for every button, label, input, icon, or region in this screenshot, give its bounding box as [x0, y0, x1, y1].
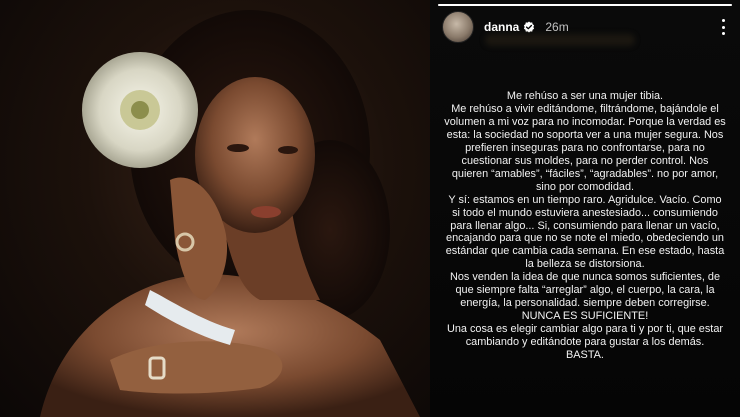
more-options-icon[interactable] [716, 17, 730, 37]
story-progress-bar [438, 4, 732, 6]
paragraph-6: Una cosa es elegir cambiar algo para ti … [446, 323, 724, 349]
paragraph-3: Y sí: estamos en un tiempo raro. Agridul… [445, 193, 725, 271]
story-panel: danna 26m Me rehúso a ser una mujer tibi… [430, 0, 740, 417]
paragraph-4: Nos venden la idea de que nunca somos su… [449, 271, 721, 310]
paragraph-5: NUNCA ES SUFICIENTE! [521, 310, 649, 323]
paragraph-1: Me rehúso a ser una mujer tibia. [506, 90, 664, 102]
story-photo [0, 0, 430, 417]
story-text: Me rehúso a ser una mujer tibia. Me rehú… [444, 90, 726, 362]
paragraph-7: BASTA. [566, 349, 604, 362]
avatar[interactable] [442, 11, 474, 43]
instagram-story-screen: danna 26m Me rehúso a ser una mujer tibi… [0, 0, 740, 417]
username[interactable]: danna [484, 20, 519, 34]
paragraph-2: Me rehúso a vivir editándome, filtrándom… [444, 102, 726, 193]
portrait-illustration [40, 10, 420, 417]
post-time: 26m [545, 20, 569, 34]
white-flower [82, 52, 198, 168]
blurred-subtitle [485, 34, 635, 46]
story-progress-fill [438, 4, 732, 6]
verified-badge-icon [523, 21, 535, 33]
